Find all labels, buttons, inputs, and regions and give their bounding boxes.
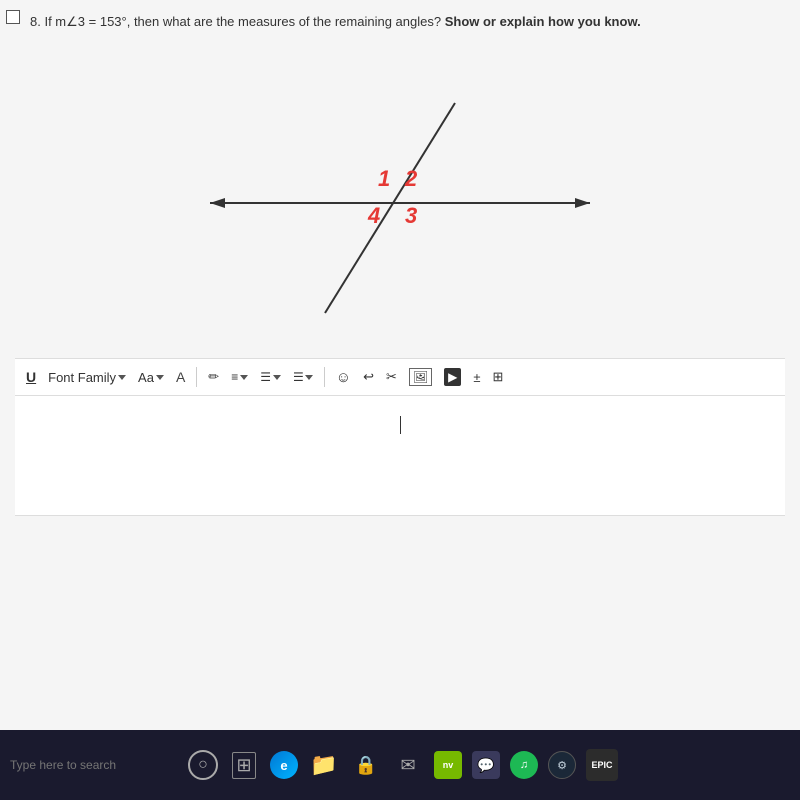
taskbar-nvidia-icon[interactable]: nv (434, 751, 462, 779)
indent-icon: ☰ (293, 370, 303, 384)
font-family-dropdown[interactable]: Font Family (45, 368, 129, 387)
lock-icon: 🔒 (355, 755, 377, 776)
question-instruction: Show or explain how you know. (445, 14, 641, 29)
align-icon: ≡ (231, 370, 238, 384)
emoji-button[interactable]: ☺ (333, 367, 354, 388)
image-icon: 🖼 (409, 368, 432, 386)
clip-icon: ✂ (386, 369, 397, 385)
text-cursor (400, 416, 401, 434)
font-family-chevron-icon (118, 375, 126, 380)
question-text: 8. If m∠3 = 153°, then what are the meas… (15, 10, 785, 30)
formatting-toolbar: U Font Family Aa A ✏ ≡ ☰ ☰ (15, 358, 785, 396)
label-4: 4 (367, 203, 380, 228)
link-button[interactable]: ↩ (360, 367, 377, 387)
highlight-button[interactable]: ✏ (205, 367, 222, 387)
circle-icon: ○ (198, 756, 208, 774)
font-size-chevron-icon (156, 375, 164, 380)
formula-button[interactable]: ± (470, 368, 483, 387)
taskbar-search-input[interactable] (10, 758, 150, 772)
answer-input-area[interactable] (15, 396, 785, 516)
main-content: 8. If m∠3 = 153°, then what are the meas… (0, 0, 800, 730)
list-dropdown[interactable]: ☰ (257, 368, 284, 386)
highlight-icon: ✏ (208, 369, 219, 385)
list-icon: ☰ (260, 370, 271, 384)
taskbar-steam-icon[interactable]: ⚙ (548, 751, 576, 779)
emoji-icon: ☺ (336, 369, 351, 386)
label-2: 2 (404, 166, 418, 191)
underline-icon: U (26, 369, 36, 385)
align-left-dropdown[interactable]: ≡ (228, 368, 251, 386)
widgets-icon: ⊞ (232, 752, 255, 779)
link-icon: ↩ (363, 369, 374, 385)
angle-diagram: 1 2 3 4 (150, 48, 650, 348)
taskbar-spotify-icon[interactable]: ♫ (510, 751, 538, 779)
taskbar-edge-icon[interactable]: e (270, 751, 298, 779)
taskbar-search-icon[interactable]: ○ (188, 750, 218, 780)
question-checkbox[interactable] (6, 10, 20, 24)
taskbar: ○ ⊞ e 📁 🔒 ✉ nv 💬 ♫ ⚙ EPIC (0, 730, 800, 800)
question-body: If m∠3 = 153°, then what are the measure… (44, 14, 444, 29)
question-number: 8. (30, 14, 41, 29)
separator-2 (324, 367, 325, 387)
taskbar-lock-icon[interactable]: 🔒 (350, 749, 382, 781)
table-button[interactable]: ⊞ (489, 367, 506, 387)
font-color-icon: A (176, 369, 185, 385)
font-size-dropdown[interactable]: Aa (135, 368, 167, 387)
taskbar-mail-icon[interactable]: ✉ (392, 749, 424, 781)
label-1: 1 (378, 166, 390, 191)
formula-icon: ± (473, 370, 480, 385)
spotify-logo: ♫ (520, 759, 528, 771)
folder-icon: 📁 (310, 752, 337, 778)
font-family-label: Font Family (48, 370, 116, 385)
edge-browser-icon: e (280, 758, 287, 773)
taskbar-folder-icon[interactable]: 📁 (308, 749, 340, 781)
taskbar-chat-icon[interactable]: 💬 (472, 751, 500, 779)
separator-1 (196, 367, 197, 387)
clip-button[interactable]: ✂ (383, 367, 400, 387)
list-chevron-icon (273, 375, 281, 380)
table-icon: ⊞ (492, 369, 503, 385)
steam-logo: ⚙ (557, 759, 567, 772)
underline-button[interactable]: U (23, 367, 39, 387)
label-3: 3 (405, 203, 417, 228)
nvidia-logo: nv (443, 760, 454, 770)
font-size-label: Aa (138, 370, 154, 385)
taskbar-epic-icon[interactable]: EPIC (586, 749, 618, 781)
indent-dropdown[interactable]: ☰ (290, 368, 316, 386)
align-chevron-icon (240, 375, 248, 380)
video-button[interactable]: ▶ (441, 366, 464, 388)
font-color-button[interactable]: A (173, 367, 188, 387)
epic-logo: EPIC (591, 760, 612, 770)
diagram-area: 1 2 3 4 (15, 38, 785, 358)
chat-icon: 💬 (477, 757, 494, 774)
indent-chevron-icon (305, 375, 313, 380)
mail-icon: ✉ (400, 755, 415, 776)
taskbar-widgets-icon[interactable]: ⊞ (228, 749, 260, 781)
video-icon: ▶ (444, 368, 461, 386)
taskbar-icon-group: ○ ⊞ e 📁 🔒 ✉ nv 💬 ♫ ⚙ EPIC (188, 749, 618, 781)
image-button[interactable]: 🖼 (406, 366, 435, 388)
